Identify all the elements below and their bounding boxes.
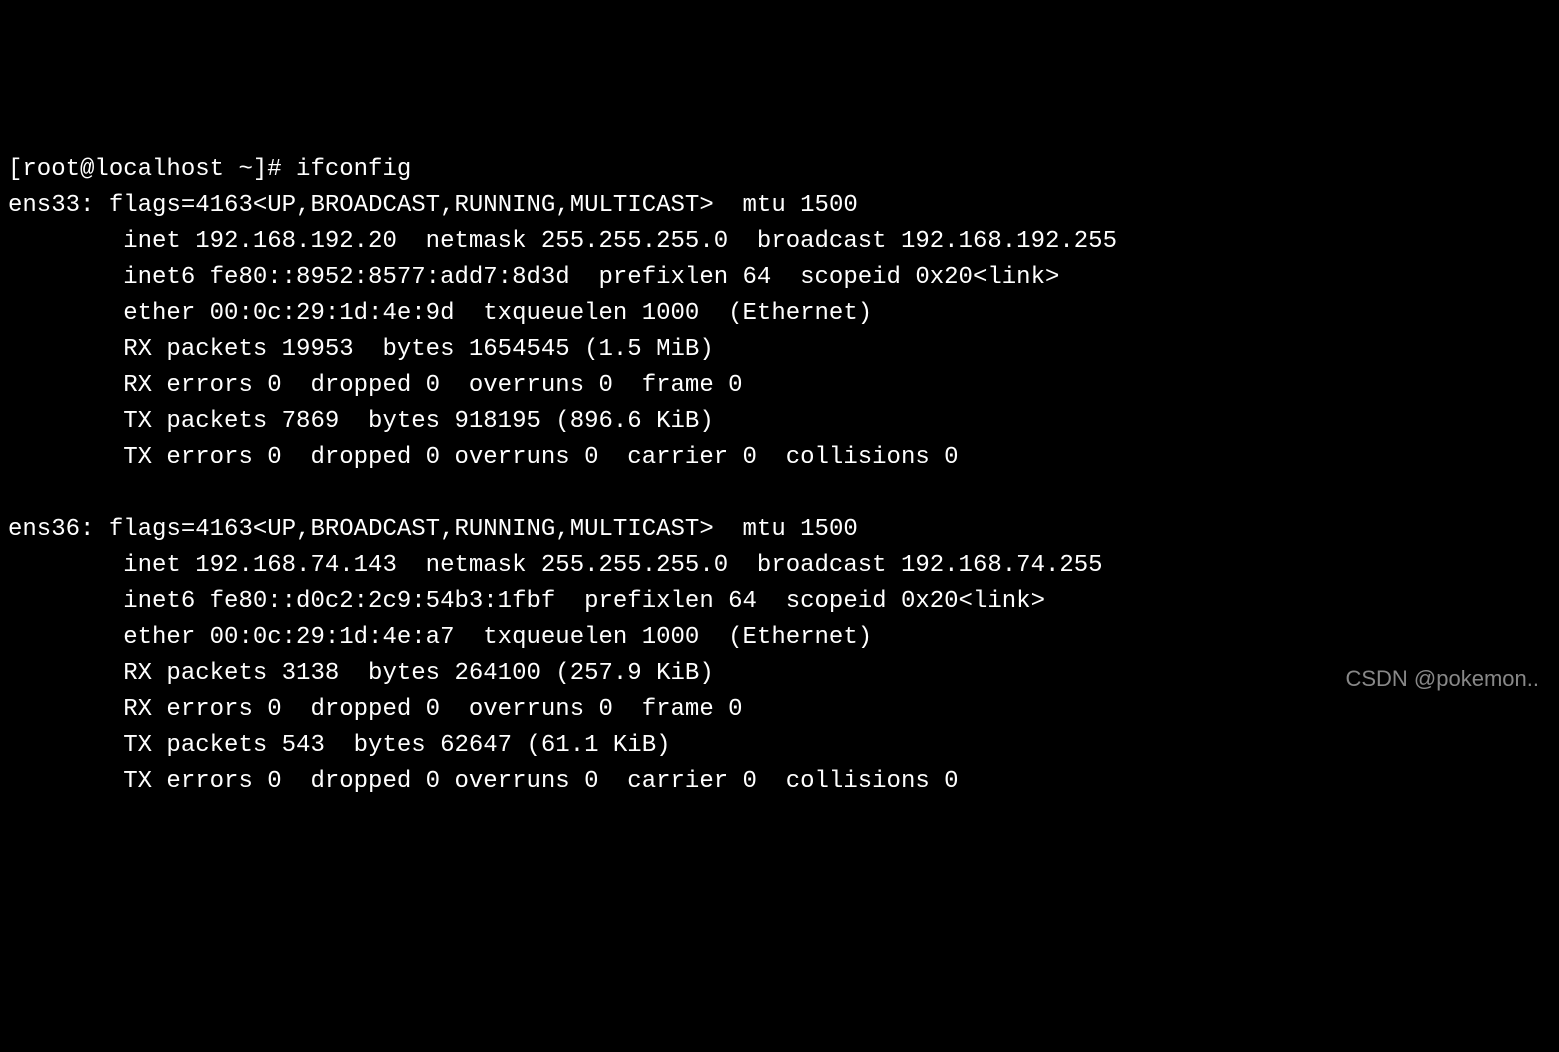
iface-flags-1: flags=4163<UP,BROADCAST,RUNNING,MULTICAS… bbox=[109, 516, 858, 543]
iface-rx-packets-1: RX packets 3138 bytes 264100 (257.9 KiB) bbox=[123, 660, 714, 687]
shell-prompt: [root@localhost ~]# bbox=[8, 156, 296, 183]
iface-inet-1: inet 192.168.74.143 netmask 255.255.255.… bbox=[123, 552, 1102, 579]
iface-inet6-0: inet6 fe80::8952:8577:add7:8d3d prefixle… bbox=[123, 264, 1059, 291]
iface-inet6-1: inet6 fe80::d0c2:2c9:54b3:1fbf prefixlen… bbox=[123, 588, 1045, 615]
iface-tx-errors-0: TX errors 0 dropped 0 overruns 0 carrier… bbox=[123, 444, 958, 471]
iface-name-1: ens36 bbox=[8, 516, 80, 543]
watermark-text: CSDN @pokemon.. bbox=[1345, 662, 1539, 695]
iface-flags-0: flags=4163<UP,BROADCAST,RUNNING,MULTICAS… bbox=[109, 192, 858, 219]
iface-tx-packets-1: TX packets 543 bytes 62647 (61.1 KiB) bbox=[123, 732, 670, 759]
iface-ether-1: ether 00:0c:29:1d:4e:a7 txqueuelen 1000 … bbox=[123, 624, 872, 651]
iface-rx-packets-0: RX packets 19953 bytes 1654545 (1.5 MiB) bbox=[123, 336, 714, 363]
iface-name-0: ens33 bbox=[8, 192, 80, 219]
iface-tx-errors-1: TX errors 0 dropped 0 overruns 0 carrier… bbox=[123, 768, 958, 795]
command-text: ifconfig bbox=[296, 156, 411, 183]
iface-rx-errors-1: RX errors 0 dropped 0 overruns 0 frame 0 bbox=[123, 696, 742, 723]
iface-inet-0: inet 192.168.192.20 netmask 255.255.255.… bbox=[123, 228, 1117, 255]
iface-tx-packets-0: TX packets 7869 bytes 918195 (896.6 KiB) bbox=[123, 408, 714, 435]
iface-rx-errors-0: RX errors 0 dropped 0 overruns 0 frame 0 bbox=[123, 372, 742, 399]
iface-ether-0: ether 00:0c:29:1d:4e:9d txqueuelen 1000 … bbox=[123, 300, 872, 327]
